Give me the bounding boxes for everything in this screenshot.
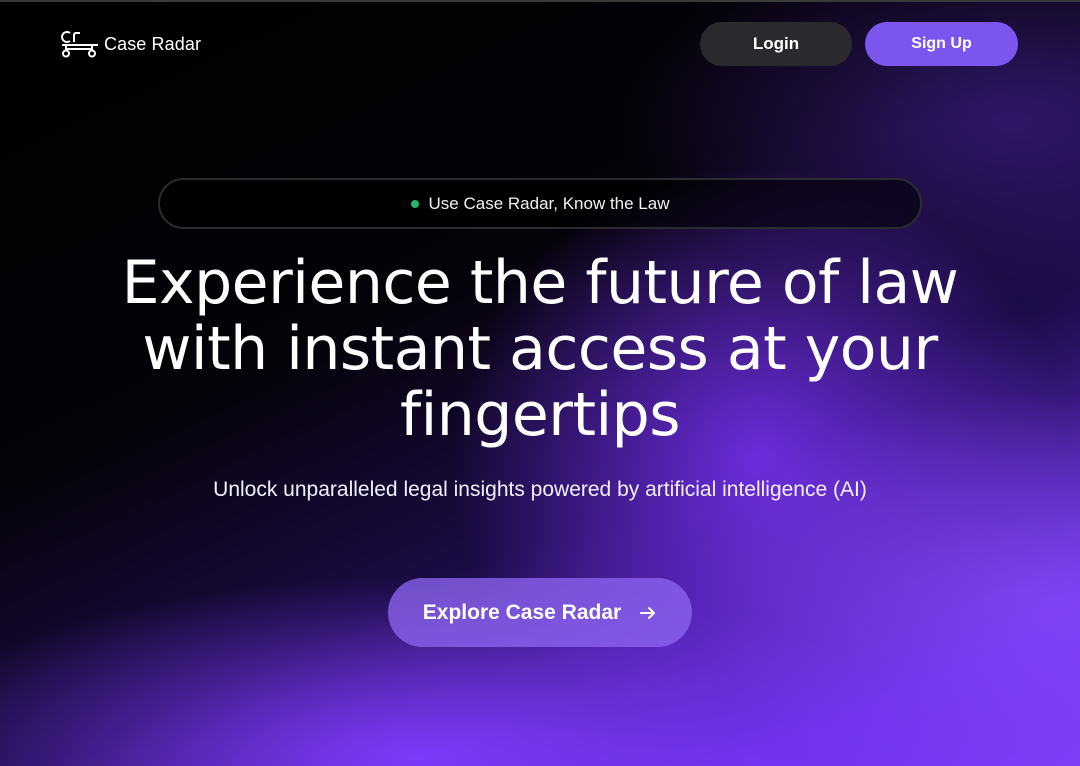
landing-page: Case Radar Login Sign Up Use Case Radar,… (0, 0, 1080, 766)
signup-button[interactable]: Sign Up (865, 22, 1018, 66)
hero-subheadline: Unlock unparalleled legal insights power… (213, 478, 867, 501)
top-border (0, 0, 1080, 2)
status-dot-icon (410, 199, 419, 208)
brand-logo[interactable]: Case Radar (60, 30, 201, 58)
tagline-badge: Use Case Radar, Know the Law (158, 178, 922, 229)
badge-text: Use Case Radar, Know the Law (428, 193, 670, 213)
case-radar-logo-icon (61, 31, 98, 58)
explore-button-label: Explore Case Radar (422, 600, 622, 624)
login-button[interactable]: Login (700, 22, 852, 66)
hero-headline: Experience the future of law with instan… (121, 248, 959, 450)
explore-button[interactable]: Explore Case Radar (388, 578, 692, 647)
logo-text: Case Radar (104, 33, 202, 54)
arrow-right-icon (640, 606, 656, 619)
